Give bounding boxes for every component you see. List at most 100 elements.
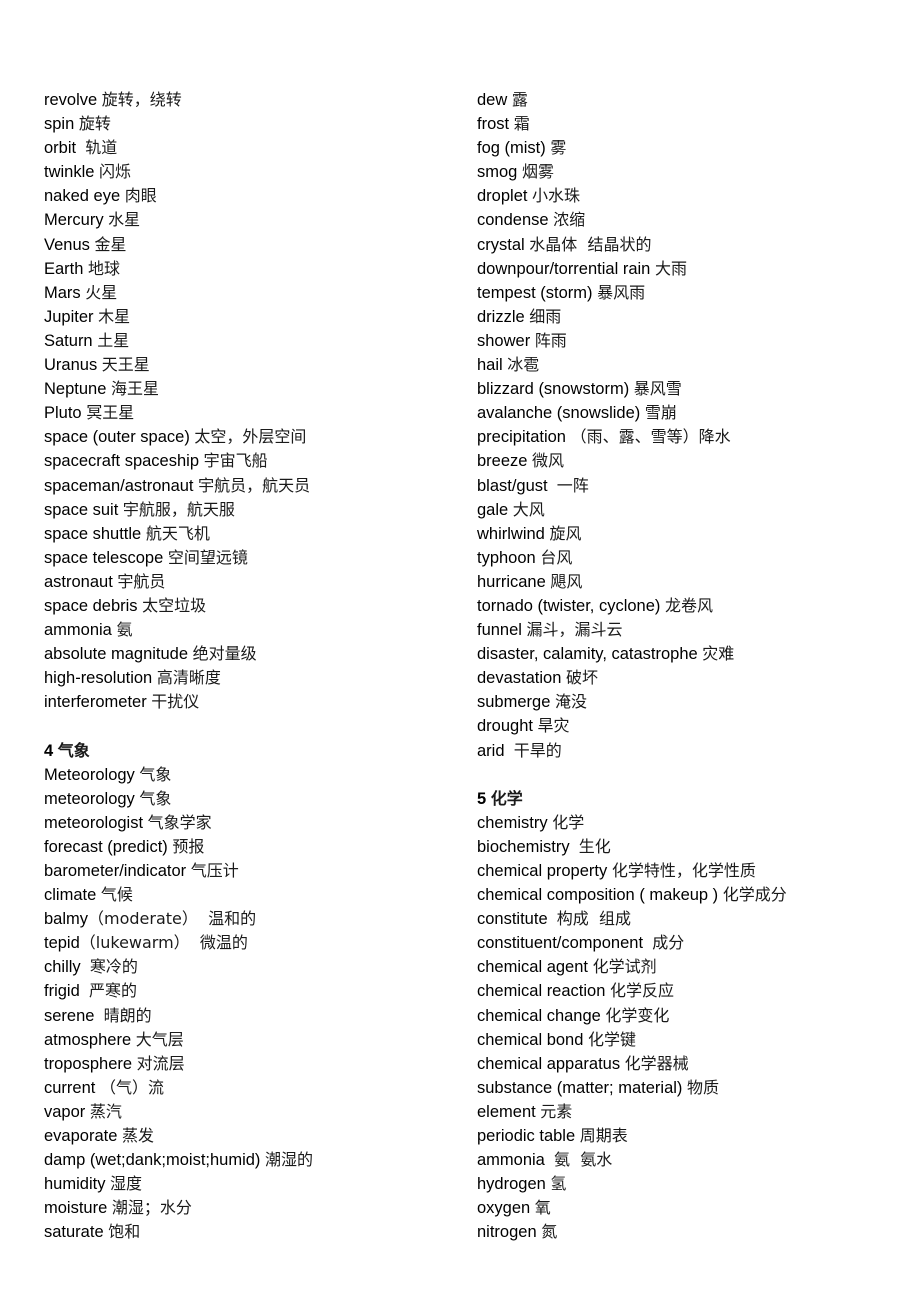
vocab-entry: Mercury 水星 — [44, 208, 464, 232]
english-term: current — [44, 1078, 100, 1097]
chinese-translation: 化学变化 — [605, 1005, 670, 1025]
vocab-entry: droplet 小水珠 — [477, 184, 907, 208]
vocab-entry: chemical reaction 化学反应 — [477, 979, 907, 1003]
vocab-entry: drizzle 细雨 — [477, 305, 907, 329]
vocab-entry: drought 旱灾 — [477, 714, 907, 738]
vocab-entry: revolve 旋转，绕转 — [44, 88, 464, 112]
chinese-translation: 构成 组成 — [556, 909, 631, 929]
english-term: drought — [477, 717, 538, 736]
vocab-entry: funnel 漏斗，漏斗云 — [477, 618, 907, 642]
chinese-translation: （moderate） 温和的 — [88, 909, 257, 929]
english-term: hail — [477, 356, 508, 375]
chinese-translation: 化学试剂 — [592, 957, 657, 977]
english-term: saturate — [44, 1223, 109, 1242]
english-term: chemical property — [477, 862, 612, 880]
chinese-translation: 土星 — [97, 330, 130, 350]
chinese-translation: 旋转 — [78, 114, 111, 134]
english-term: funnel — [477, 621, 527, 640]
english-term: Uranus — [44, 356, 102, 375]
english-term: blizzard (snowstorm) — [477, 380, 634, 399]
chinese-translation: 气象 — [139, 764, 172, 784]
english-term: serene — [44, 1006, 104, 1025]
english-term: Jupiter — [44, 307, 99, 326]
chinese-translation: 生化 — [578, 836, 611, 856]
english-term: spin — [44, 115, 79, 134]
chinese-translation: 气象 — [139, 788, 172, 808]
english-term: damp (wet;dank;moist;humid) — [44, 1151, 266, 1170]
vocab-entry: evaporate 蒸发 — [44, 1124, 464, 1148]
english-term: constitute — [477, 910, 557, 929]
vocab-entry: chemical bond 化学键 — [477, 1028, 907, 1052]
vocab-entry: forecast (predict) 预报 — [44, 835, 464, 859]
astronomy-vocab-list: revolve 旋转，绕转 spin 旋转 orbit 轨道 twinkle 闪烁 na… — [44, 88, 464, 714]
vocab-entry: hydrogen 氢 — [477, 1172, 907, 1196]
english-term: periodic table — [477, 1127, 580, 1146]
english-term: whirlwind — [477, 524, 550, 543]
english-term: astronaut — [44, 572, 118, 591]
english-term: nitrogen — [477, 1223, 542, 1242]
chinese-translation: 金星 — [94, 234, 127, 254]
vocab-entry: barometer/indicator 气压计 — [44, 859, 464, 883]
vocab-entry: Venus 金星 — [44, 233, 464, 257]
chinese-translation: 化学 — [552, 812, 585, 832]
english-term: fog (mist) — [477, 139, 551, 158]
chinese-translation: 干旱的 — [513, 740, 562, 760]
vocab-entry: Neptune 海王星 — [44, 377, 464, 401]
chemistry-vocab-list: chemistry 化学 biochemistry 生化 chemical prop… — [477, 811, 907, 1245]
english-term: troposphere — [44, 1054, 137, 1073]
english-term: chemical agent — [477, 958, 593, 977]
chinese-translation: 烟雾 — [521, 162, 554, 182]
chinese-translation: 漏斗，漏斗云 — [526, 620, 623, 640]
english-term: chemical apparatus — [477, 1054, 625, 1073]
vocab-entry: fog (mist) 雾 — [477, 136, 907, 160]
vocab-entry: absolute magnitude 绝对量级 — [44, 642, 464, 666]
vocab-entry: ammonia 氨 氨水 — [477, 1148, 907, 1172]
chinese-translation: 阵雨 — [534, 330, 567, 350]
vocab-entry: Meteorology 气象 — [44, 763, 464, 787]
vocab-entry: submerge 淹没 — [477, 690, 907, 714]
english-term: ammonia — [477, 1151, 555, 1170]
chinese-translation: 太空垃圾 — [142, 595, 207, 615]
english-term: tempest (storm) — [477, 283, 598, 302]
section-number: 4 — [44, 741, 58, 760]
chinese-translation: 龙卷风 — [665, 595, 714, 615]
english-term: space telescope — [44, 548, 168, 567]
chinese-translation: 空间望远镜 — [167, 547, 248, 567]
chinese-translation: 饱和 — [108, 1222, 141, 1242]
chinese-translation: 干扰仪 — [151, 692, 200, 712]
chinese-translation: 雪崩 — [644, 403, 677, 423]
english-term: smog — [477, 163, 522, 182]
vocab-entry: Pluto 冥王星 — [44, 401, 464, 425]
chinese-translation: 小水珠 — [532, 186, 581, 206]
chinese-translation: 化学成分 — [722, 885, 787, 905]
vocab-entry: periodic table 周期表 — [477, 1124, 907, 1148]
vocab-entry: climate 气候 — [44, 883, 464, 907]
vocab-entry: damp (wet;dank;moist;humid) 潮湿的 — [44, 1148, 464, 1172]
chinese-translation: 氨 氨水 — [554, 1150, 613, 1170]
english-term: space (outer space) — [44, 428, 195, 447]
english-term: crystal — [477, 235, 530, 254]
vocab-entry: frost 霜 — [477, 112, 907, 136]
vocab-entry: chemical property 化学特性，化学性质 — [477, 859, 907, 883]
vocab-entry: blizzard (snowstorm) 暴风雪 — [477, 377, 907, 401]
english-term: forecast (predict) — [44, 837, 173, 856]
chinese-translation: 闪烁 — [99, 162, 132, 182]
chinese-translation: 旋风 — [549, 523, 582, 543]
chinese-translation: 淹没 — [554, 692, 587, 712]
english-term: evaporate — [44, 1127, 122, 1146]
chinese-translation: 湿度 — [110, 1174, 143, 1194]
chinese-translation: 宇航员，航天员 — [198, 475, 311, 495]
vocab-entry: blast/gust 一阵 — [477, 474, 907, 498]
chinese-translation: 航天飞机 — [145, 523, 210, 543]
chinese-translation: 细雨 — [529, 306, 562, 326]
chinese-translation: 飓风 — [550, 571, 583, 591]
vocab-entry: Mars 火星 — [44, 281, 464, 305]
chinese-translation: 气象学家 — [147, 812, 212, 832]
vocab-entry: naked eye 肉眼 — [44, 184, 464, 208]
vocab-entry: dew 露 — [477, 88, 907, 112]
vocab-entry: atmosphere 大气层 — [44, 1028, 464, 1052]
vocab-entry: chemical apparatus 化学器械 — [477, 1052, 907, 1076]
chinese-translation: 预报 — [172, 836, 205, 856]
chinese-translation: 雾 — [550, 138, 567, 158]
section-title: 气象 — [57, 740, 90, 760]
